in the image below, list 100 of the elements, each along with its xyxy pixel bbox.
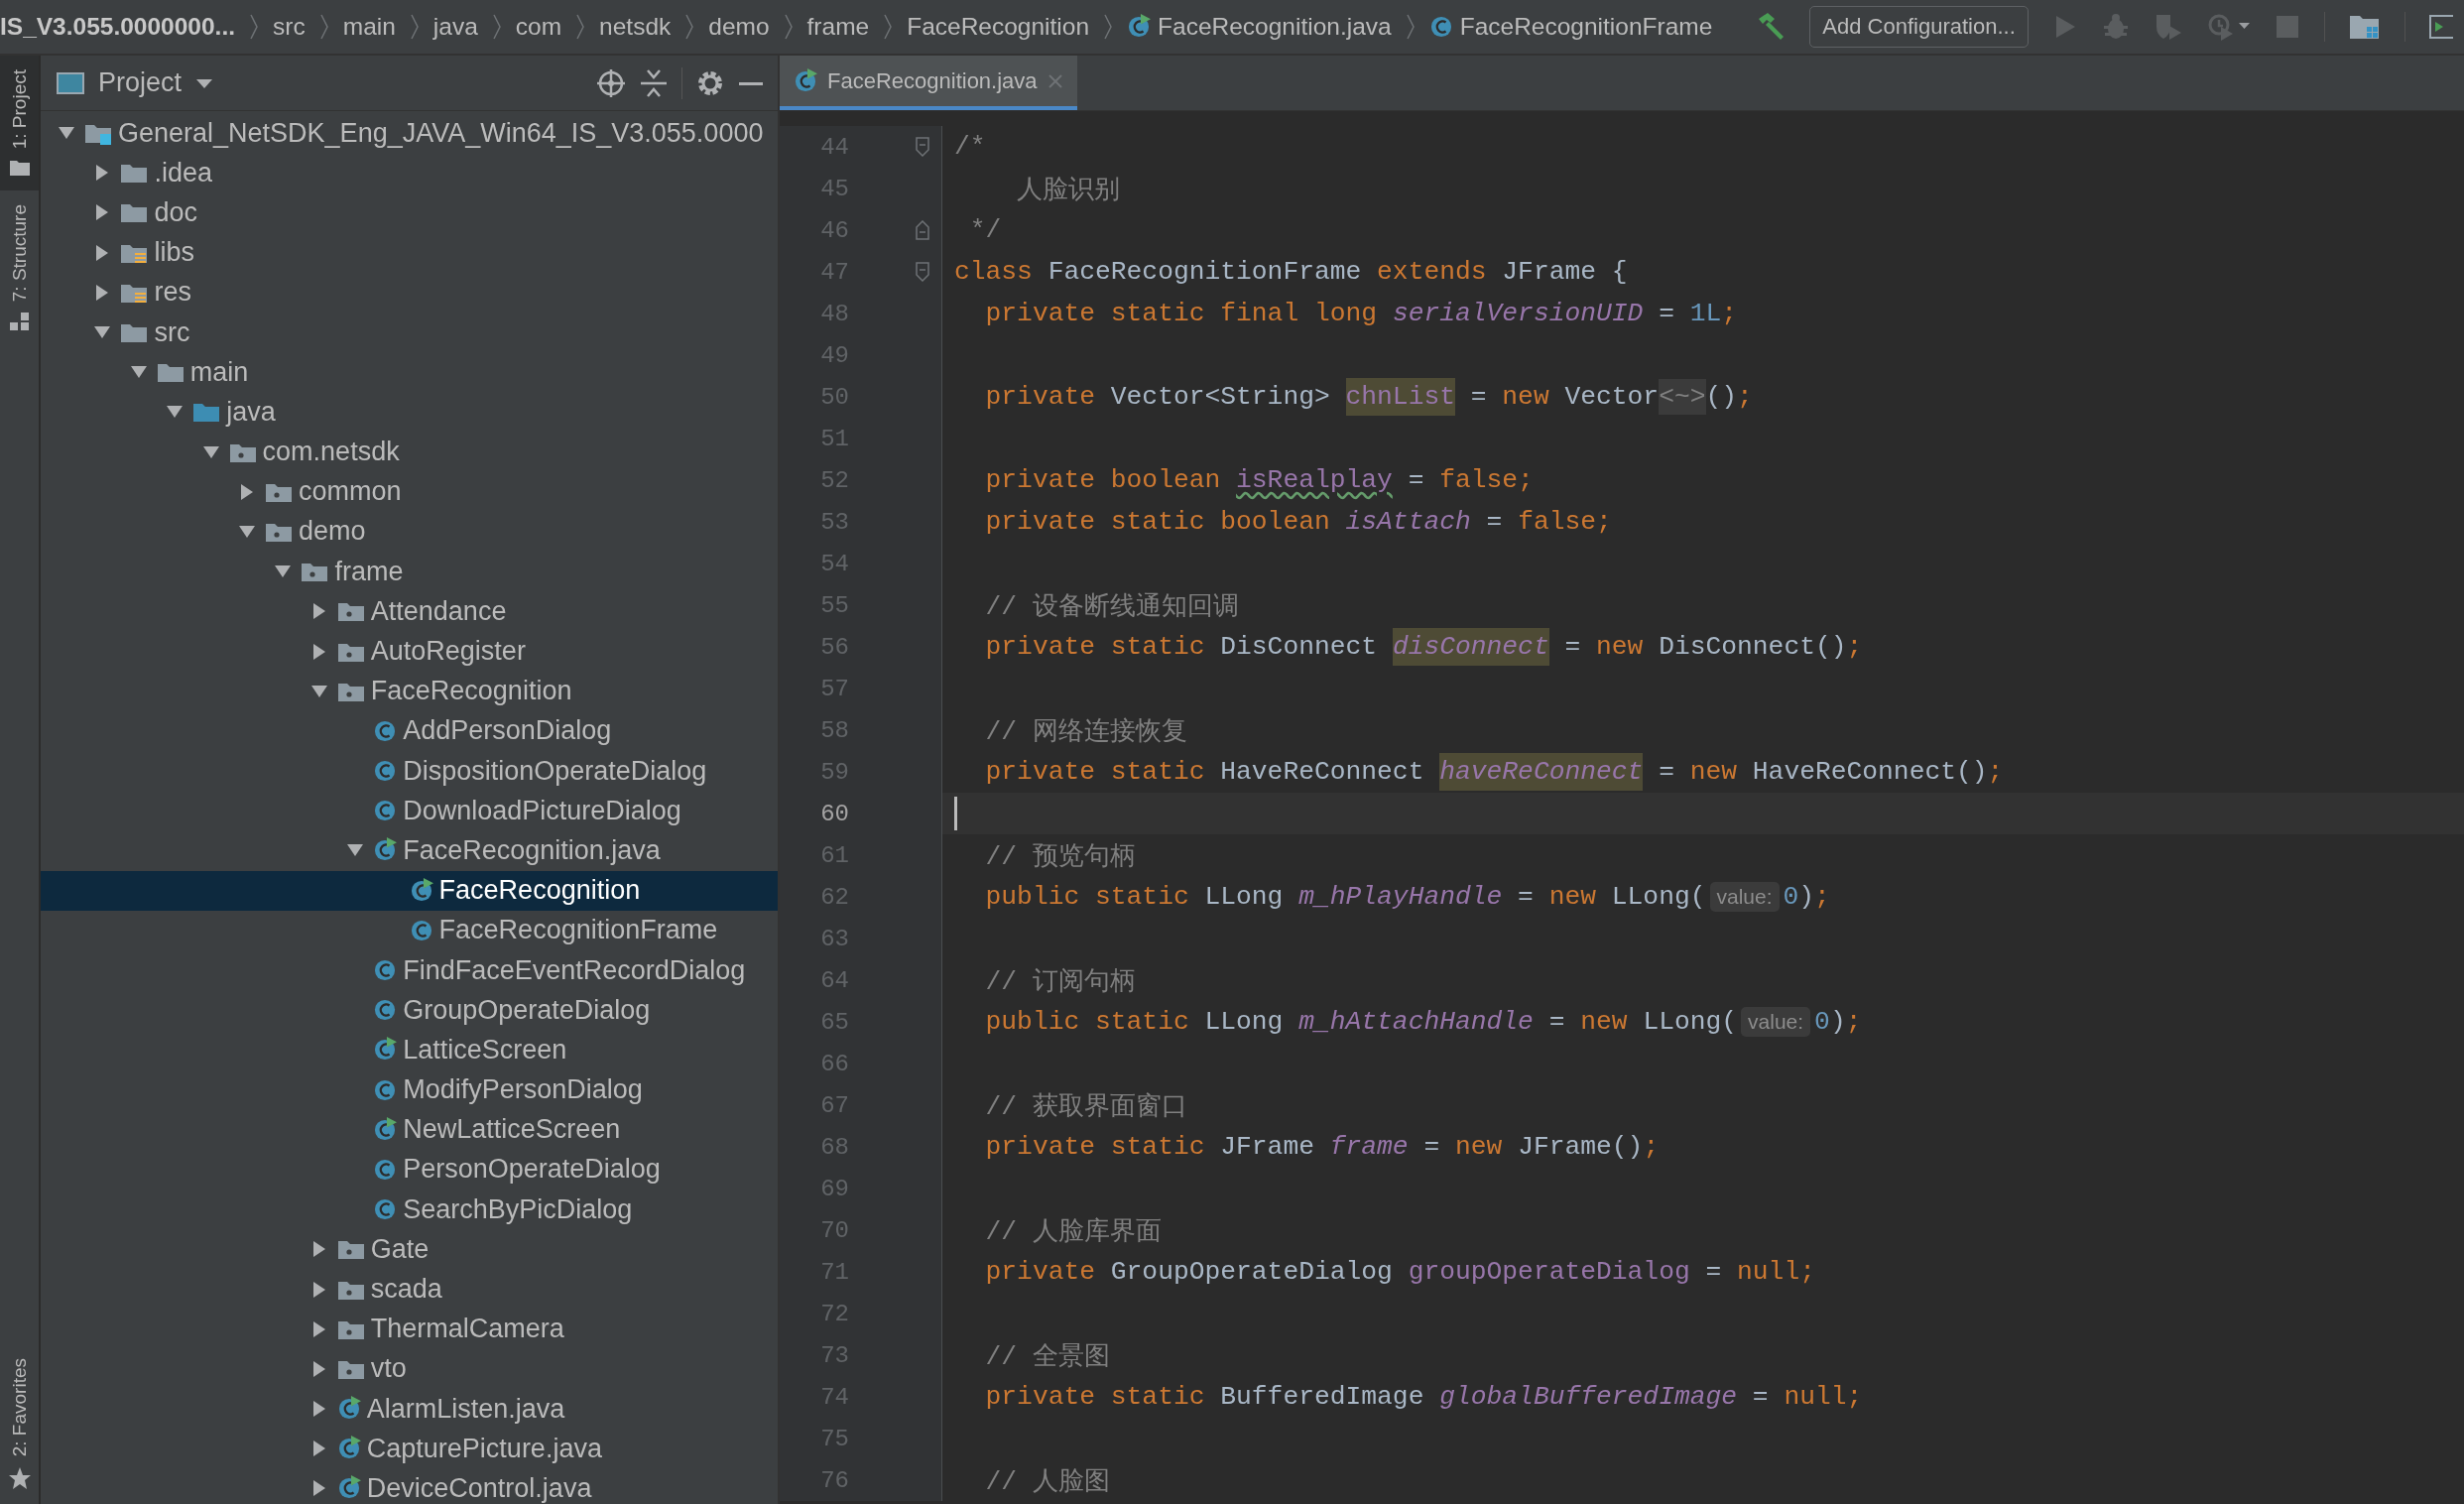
tree-item[interactable]: FaceRecognition [41,870,778,911]
tree-item[interactable]: AutoRegister [41,631,778,672]
tree-item[interactable]: frame [41,552,778,592]
breadcrumb-item[interactable]: FaceRecognition.java [1158,13,1392,41]
tree-item[interactable]: scada [41,1269,778,1310]
tree-item[interactable]: libs [41,232,778,273]
fold-icon[interactable] [916,137,929,157]
tree-item[interactable]: java [41,392,778,433]
collapsed-arrow-icon[interactable] [311,602,326,621]
collapsed-arrow-icon[interactable] [311,642,326,661]
tree-item[interactable]: ModifyPersonDialog [41,1069,778,1110]
editor-tab[interactable]: FaceRecognition.java [780,56,1077,110]
tool-window-tab[interactable]: 2: Favorites [0,1343,39,1504]
collapsed-arrow-icon[interactable] [95,164,110,183]
tree-item[interactable]: src [41,312,778,353]
breadcrumb-item[interactable]: demo [708,13,770,41]
tree-item[interactable]: SearchByPicDialog [41,1190,778,1230]
collapsed-arrow-icon[interactable] [311,1400,326,1419]
collapsed-arrow-icon[interactable] [95,243,110,262]
settings-icon[interactable] [696,68,724,97]
tree-item[interactable]: vto [41,1348,778,1389]
tree-item[interactable]: doc [41,192,778,233]
code-text: public static LLong m_hPlayHandle = new LLong( [984,881,1706,914]
tree-item[interactable]: DeviceControl.java [41,1468,778,1504]
tree-item[interactable]: LatticeScreen [41,1030,778,1070]
collapsed-arrow-icon[interactable] [311,1280,326,1299]
tree-item[interactable]: res [41,272,778,313]
add-configuration-button[interactable]: Add Configuration... [1809,6,2029,48]
chevron-icon [1103,13,1114,41]
breadcrumb-item[interactable]: FaceRecognition [907,13,1090,41]
tree-item[interactable]: FaceRecognitionFrame [41,910,778,950]
code-text: // 获取界面窗口 [984,1090,1187,1124]
breadcrumb-item[interactable]: java [432,13,478,41]
tree-item[interactable]: AddPersonDialog [41,710,778,751]
code-text: private static BufferedImage globalBufferedImage = null; [984,1381,1863,1414]
tree-item[interactable]: CapturePicture.java [41,1429,778,1469]
tree-item[interactable]: AlarmListen.java [41,1389,778,1430]
tree-item[interactable]: demo [41,511,778,553]
breadcrumb-item[interactable]: frame [806,13,870,41]
panel-icon [57,70,84,95]
tree-item[interactable]: FaceRecognition.java [41,830,778,871]
collapse-all-icon[interactable] [640,67,668,98]
fold-icon[interactable] [916,262,929,282]
tree-item[interactable]: .idea [41,153,778,193]
collapsed-arrow-icon[interactable] [95,203,110,222]
code-text: // 全景图 [984,1340,1110,1374]
expanded-arrow-icon[interactable] [166,405,185,420]
panel-title[interactable]: Project [98,67,183,98]
expanded-arrow-icon[interactable] [309,684,328,698]
expanded-arrow-icon[interactable] [238,524,256,539]
code-text: public static LLong m_hAttachHandle = new LLong( [984,1006,1738,1039]
tree-item[interactable]: GroupOperateDialog [41,990,778,1031]
collapsed-arrow-icon[interactable] [311,1240,326,1259]
breadcrumb-item[interactable]: IS_V3.055.0000000... [0,13,236,41]
expanded-arrow-icon[interactable] [274,564,293,579]
tree-item[interactable]: DispositionOperateDialog [41,751,778,792]
tree-item[interactable]: common [41,471,778,512]
fold-icon[interactable] [916,220,929,240]
expanded-arrow-icon[interactable] [58,126,75,141]
tree-item[interactable]: ThermalCamera [41,1309,778,1349]
tree-item[interactable]: FaceRecognition [41,671,778,711]
tree-item[interactable]: PersonOperateDialog [41,1149,778,1191]
breadcrumb-item[interactable]: com [515,13,562,41]
tree-item[interactable]: DownloadPictureDialog [41,791,778,831]
tree-item[interactable]: General_NetSDK_Eng_JAVA_Win64_IS_V3.055.0000 [41,113,778,154]
tree-item[interactable]: FindFaceEventRecordDialog [41,949,778,991]
breadcrumb-item[interactable]: src [273,13,306,41]
tree-item[interactable]: main [41,352,778,393]
expanded-arrow-icon[interactable] [201,444,220,459]
profile-icon[interactable] [2206,12,2251,42]
tree-item[interactable]: Gate [41,1229,778,1270]
collapsed-arrow-icon[interactable] [240,482,254,501]
locate-icon[interactable] [596,67,626,98]
tool-window-tab[interactable]: 1: Project [0,56,39,191]
expanded-arrow-icon[interactable] [346,843,365,858]
expanded-arrow-icon[interactable] [93,325,112,340]
breadcrumb-item[interactable]: main [342,13,396,41]
code-text: // 网络连接恢复 [984,715,1187,749]
chevron-icon [1405,13,1416,41]
hammer-icon[interactable] [1756,12,1786,42]
breadcrumb-item[interactable]: netsdk [599,13,672,41]
collapsed-arrow-icon[interactable] [311,1359,326,1378]
breadcrumb-item[interactable]: FaceRecognitionFrame [1459,13,1713,41]
collapsed-arrow-icon[interactable] [311,1440,326,1458]
collapsed-arrow-icon[interactable] [311,1319,326,1338]
tree-item[interactable]: Attendance [41,591,778,632]
terminal-icon[interactable] [2428,13,2453,41]
tree-item[interactable]: com.netsdk [41,432,778,472]
code-text: // 设备断线通知回调 [984,590,1239,624]
collapsed-arrow-icon[interactable] [311,1479,326,1498]
class-icon [1428,14,1453,40]
collapsed-arrow-icon[interactable] [95,283,110,302]
code-text: private static DisConnect disConnect = new DisConnect(); [954,626,1863,668]
caret-icon[interactable] [195,76,214,89]
tree-item[interactable]: NewLatticeScreen [41,1109,778,1150]
code-text: 0); [1814,1006,1862,1039]
structure-icon [8,312,31,332]
expanded-arrow-icon[interactable] [129,365,148,380]
tool-window-tab[interactable]: 7: Structure [0,190,39,346]
code-text: // 人脸图 [984,1465,1110,1499]
